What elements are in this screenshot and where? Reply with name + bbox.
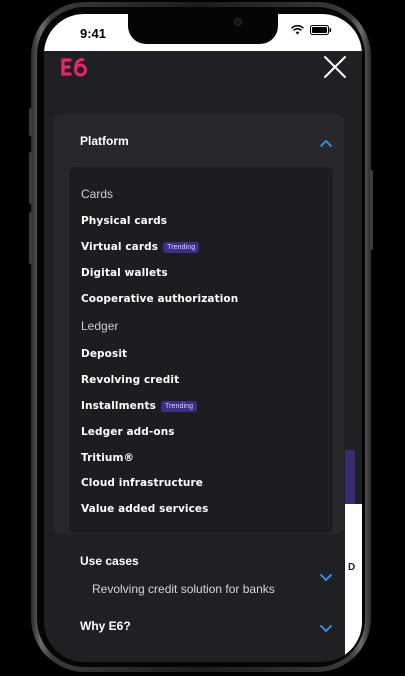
phone-side-button-left-2 bbox=[29, 152, 32, 204]
why-e6-title[interactable]: Why E6? bbox=[80, 619, 131, 633]
menu-item-revolving-credit[interactable]: Revolving credit bbox=[81, 374, 179, 386]
battery-icon bbox=[310, 25, 332, 35]
menu-item-label: Cloud infrastructure bbox=[81, 477, 204, 489]
menu-item-installments[interactable]: Installments Trending bbox=[81, 400, 198, 412]
use-cases-title[interactable]: Use cases bbox=[80, 554, 139, 568]
chevron-up-icon[interactable] bbox=[319, 139, 333, 148]
camera-icon bbox=[234, 18, 242, 26]
ledger-group-label: Ledger bbox=[81, 319, 119, 333]
menu-item-deposit[interactable]: Deposit bbox=[81, 348, 127, 360]
menu-item-virtual-cards[interactable]: Virtual cards Trending bbox=[81, 241, 200, 253]
phone-side-button-right bbox=[370, 170, 373, 250]
status-time: 9:41 bbox=[80, 26, 107, 41]
menu-item-label: Virtual cards bbox=[81, 241, 159, 253]
menu-item-label: Cooperative authorization bbox=[81, 293, 239, 305]
use-cases-subtitle[interactable]: Revolving credit solution for banks bbox=[92, 582, 275, 596]
phone-side-button-left-3 bbox=[29, 212, 32, 264]
phone-screen: 9:41 Platform Cards Physical cards Virtu… bbox=[44, 14, 362, 662]
notch bbox=[128, 14, 278, 44]
menu-item-label: Ledger add-ons bbox=[81, 426, 175, 438]
trending-badge: Trending bbox=[163, 241, 200, 253]
phone-side-button-left-1 bbox=[29, 108, 32, 136]
menu-item-label: Value added services bbox=[81, 503, 209, 515]
status-bar: 9:41 bbox=[44, 14, 362, 51]
app-header bbox=[44, 51, 362, 93]
menu-item-label: Deposit bbox=[81, 348, 128, 360]
menu-item-cooperative-authorization[interactable]: Cooperative authorization bbox=[81, 293, 238, 305]
platform-title[interactable]: Platform bbox=[80, 134, 129, 148]
menu-item-value-added-services[interactable]: Value added services bbox=[81, 503, 209, 515]
status-icons bbox=[291, 25, 332, 35]
menu-item-tritium[interactable]: Tritium® bbox=[81, 452, 134, 464]
menu-item-label: Tritium® bbox=[81, 452, 135, 464]
menu-item-digital-wallets[interactable]: Digital wallets bbox=[81, 267, 168, 279]
trending-badge: Trending bbox=[160, 400, 198, 412]
menu-item-label: Digital wallets bbox=[81, 267, 168, 279]
menu-item-physical-cards[interactable]: Physical cards bbox=[81, 215, 167, 227]
background-image-peek bbox=[345, 450, 355, 504]
menu-item-label: Installments bbox=[81, 400, 156, 412]
menu-item-ledger-add-ons[interactable]: Ledger add-ons bbox=[81, 426, 175, 438]
chevron-down-icon[interactable] bbox=[319, 624, 333, 633]
background-peek-text: D bbox=[348, 562, 356, 573]
menu-item-cloud-infrastructure[interactable]: Cloud infrastructure bbox=[81, 477, 203, 489]
e6-logo[interactable] bbox=[58, 55, 90, 79]
chevron-down-icon[interactable] bbox=[319, 573, 333, 582]
close-icon[interactable] bbox=[323, 55, 347, 79]
background-content-peek bbox=[345, 504, 362, 662]
menu-item-label: Revolving credit bbox=[81, 374, 180, 386]
menu-item-label: Physical cards bbox=[81, 215, 168, 227]
wifi-icon bbox=[291, 25, 304, 35]
cards-group-label: Cards bbox=[81, 187, 114, 201]
